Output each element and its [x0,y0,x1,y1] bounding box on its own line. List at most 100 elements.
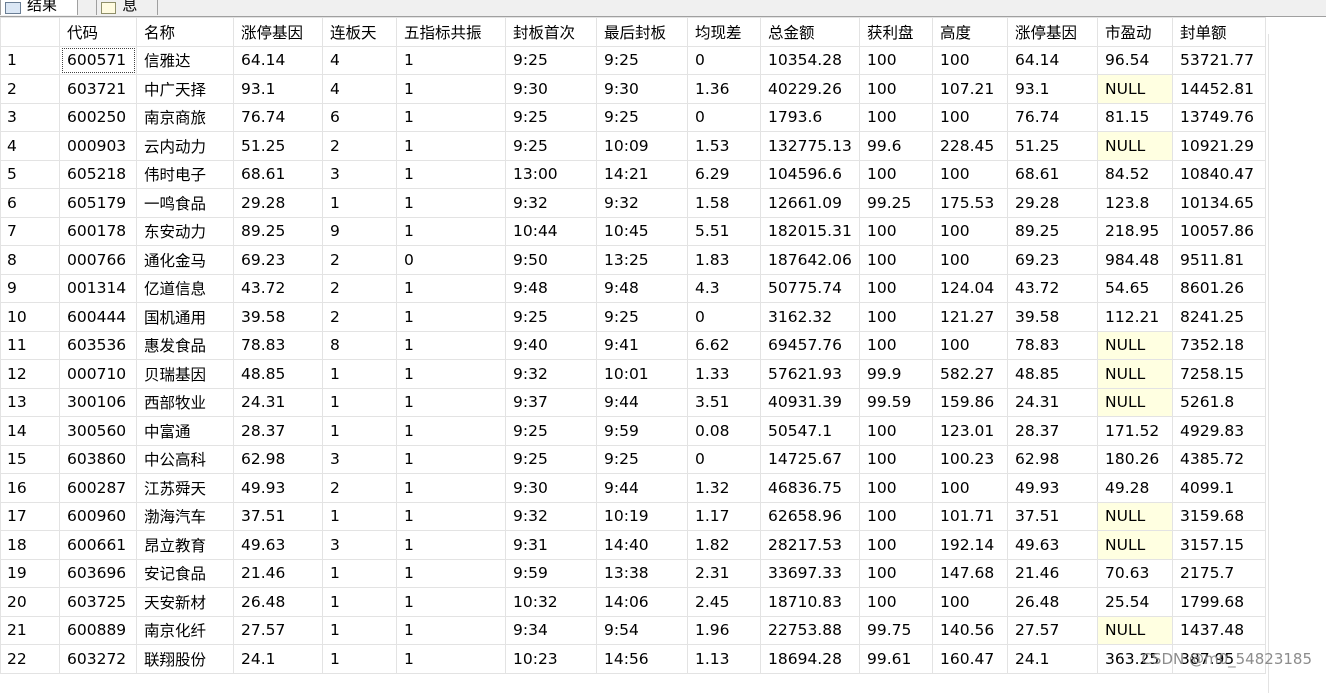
table-cell[interactable]: 28.37 [1007,416,1098,446]
table-cell[interactable]: 9:54 [596,615,688,645]
column-header[interactable]: 高度 [932,17,1008,47]
table-cell[interactable]: 9:25 [596,302,688,332]
table-cell[interactable]: 600960 [59,501,137,531]
table-cell[interactable]: 10:44 [505,216,597,246]
table-cell[interactable]: 26.48 [233,587,323,617]
table-cell[interactable]: 49.93 [233,473,323,503]
table-cell[interactable]: 218.95 [1097,216,1173,246]
table-cell[interactable]: 云内动力 [136,131,234,161]
table-cell[interactable]: 99.61 [859,644,933,674]
table-cell[interactable]: 江苏舜天 [136,473,234,503]
column-header[interactable]: 最后封板 [596,17,688,47]
table-cell[interactable]: 7352.18 [1172,330,1266,360]
table-cell[interactable]: 1 [396,359,506,389]
table-cell[interactable]: 37.51 [233,501,323,531]
table-cell[interactable]: 9:59 [505,558,597,588]
table-cell[interactable]: 10057.86 [1172,216,1266,246]
table-cell[interactable]: 123.01 [932,416,1008,446]
column-header[interactable]: 总金额 [760,17,860,47]
table-cell[interactable]: 1.32 [687,473,761,503]
table-cell[interactable]: 81.15 [1097,102,1173,132]
table-cell[interactable]: 62.98 [233,444,323,474]
table-cell[interactable]: 西部牧业 [136,387,234,417]
table-cell[interactable]: 0 [687,102,761,132]
table-cell[interactable]: 5.51 [687,216,761,246]
table-cell[interactable]: 1 [396,387,506,417]
table-cell[interactable]: 1 [322,188,397,218]
table-cell[interactable]: 603721 [59,74,137,104]
table-cell[interactable]: 1 [396,644,506,674]
table-cell[interactable]: 1 [396,558,506,588]
row-number-cell[interactable]: 13 [0,387,60,417]
table-cell[interactable]: 9:32 [596,188,688,218]
table-cell[interactable]: 1.53 [687,131,761,161]
table-cell[interactable]: 600250 [59,102,137,132]
table-cell[interactable]: 南京商旅 [136,102,234,132]
table-cell[interactable]: 国机通用 [136,302,234,332]
table-cell[interactable]: 12661.09 [760,188,860,218]
table-cell[interactable]: 100 [859,530,933,560]
table-cell[interactable]: 100 [859,302,933,332]
row-number-cell[interactable]: 3 [0,102,60,132]
table-cell[interactable]: 140.56 [932,615,1008,645]
table-cell[interactable]: 1.82 [687,530,761,560]
table-row[interactable]: 19 603696 安记食品 21.46 1 1 9:59 13:38 2.31 33697.33… [0,558,1266,588]
table-cell[interactable]: 1 [396,501,506,531]
table-cell[interactable]: 100 [932,45,1008,75]
table-cell[interactable]: 中广天择 [136,74,234,104]
table-cell[interactable]: 51.25 [233,131,323,161]
table-cell[interactable]: 39.58 [1007,302,1098,332]
tab-results[interactable]: 结果 [0,0,78,15]
table-cell[interactable]: 9:48 [596,273,688,303]
table-cell[interactable]: 27.57 [1007,615,1098,645]
table-row[interactable]: 1 600571 信雅达 64.14 4 1 9:25 9:25 0 10354.28 100 100… [0,45,1266,75]
row-number-cell[interactable]: 17 [0,501,60,531]
row-number-cell[interactable]: 19 [0,558,60,588]
table-cell[interactable]: 605179 [59,188,137,218]
table-cell[interactable]: 100 [932,587,1008,617]
table-cell[interactable]: 10:19 [596,501,688,531]
table-cell[interactable]: 9:40 [505,330,597,360]
table-cell[interactable]: 4 [322,45,397,75]
table-row[interactable]: 9 001314 亿道信息 43.72 2 1 9:48 9:48 4.3 50775.74 100… [0,273,1266,303]
table-cell[interactable]: 1 [396,45,506,75]
table-cell[interactable]: 1 [396,74,506,104]
table-cell[interactable]: 4 [322,74,397,104]
column-header[interactable]: 连板天 [322,17,397,47]
table-cell[interactable]: 1.13 [687,644,761,674]
table-cell[interactable]: 9:25 [596,102,688,132]
table-row[interactable]: 20 603725 天安新材 26.48 1 1 10:32 14:06 2.45 18710.8… [0,587,1266,617]
row-number-cell[interactable]: 9 [0,273,60,303]
table-cell[interactable]: 9:25 [505,102,597,132]
table-cell[interactable]: 9511.81 [1172,245,1266,275]
table-cell[interactable]: 9:25 [505,444,597,474]
table-cell[interactable]: 132775.13 [760,131,860,161]
table-cell[interactable]: 69.23 [233,245,323,275]
table-cell[interactable]: 40931.39 [760,387,860,417]
table-cell[interactable]: 2.45 [687,587,761,617]
table-cell[interactable]: 3 [322,530,397,560]
row-number-cell[interactable]: 8 [0,245,60,275]
table-cell[interactable]: 9:32 [505,359,597,389]
table-cell[interactable]: 6.29 [687,159,761,189]
table-cell[interactable]: 10840.47 [1172,159,1266,189]
table-cell[interactable]: 3 [322,444,397,474]
table-cell[interactable]: 1 [396,188,506,218]
table-cell[interactable]: 3.51 [687,387,761,417]
table-cell[interactable]: 渤海汽车 [136,501,234,531]
table-cell[interactable]: 0 [687,444,761,474]
table-cell[interactable]: 100 [932,102,1008,132]
table-cell[interactable]: 2 [322,131,397,161]
table-cell[interactable]: 6.62 [687,330,761,360]
table-cell[interactable]: 4385.72 [1172,444,1266,474]
table-cell[interactable]: 1 [322,387,397,417]
table-cell[interactable]: 10:45 [596,216,688,246]
table-cell[interactable]: 600889 [59,615,137,645]
table-cell[interactable]: 9 [322,216,397,246]
table-cell[interactable]: 1 [396,302,506,332]
table-cell[interactable]: 64.14 [233,45,323,75]
table-cell[interactable]: 1 [322,416,397,446]
table-row[interactable]: 11 603536 惠发食品 78.83 8 1 9:40 9:41 6.62 69457.76 1… [0,330,1266,360]
table-cell[interactable]: 1 [322,587,397,617]
table-cell[interactable]: 100 [932,330,1008,360]
